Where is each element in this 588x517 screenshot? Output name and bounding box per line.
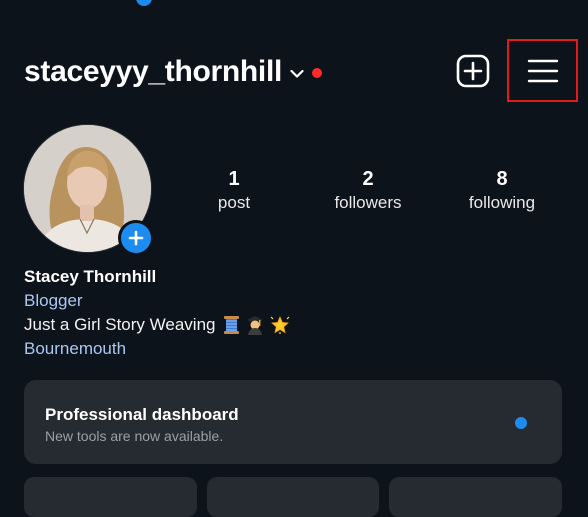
following-count-value: 8 — [496, 168, 508, 190]
chevron-down-icon[interactable] — [290, 69, 304, 79]
profile-header: staceyyy_thornhill — [24, 52, 323, 92]
bio-text: Just a Girl Story Weaving — [24, 313, 290, 337]
menu-button[interactable] — [507, 39, 578, 102]
new-indicator-dot — [515, 417, 527, 429]
posts-count[interactable]: 1 post — [164, 168, 304, 213]
posts-count-label: post — [217, 193, 251, 212]
dashboard-title: Professional dashboard — [45, 405, 239, 424]
display-name: Stacey Thornhill — [24, 267, 157, 286]
profile-avatar[interactable] — [24, 125, 154, 256]
woman-artist-emoji — [247, 316, 264, 335]
followers-count-value: 2 — [362, 168, 374, 190]
dashboard-subtitle: New tools are now available. — [45, 428, 224, 444]
notification-dot — [312, 68, 323, 78]
category-label[interactable]: Blogger — [24, 289, 290, 313]
followers-count[interactable]: 2 followers — [298, 168, 438, 213]
glowing-star-emoji — [271, 315, 290, 334]
posts-count-value: 1 — [228, 168, 240, 190]
hamburger-menu-icon — [527, 59, 558, 82]
create-post-button[interactable] — [456, 54, 490, 88]
edit-profile-button[interactable] — [24, 477, 197, 517]
status-indicator-dot — [136, 0, 152, 6]
profile-action-buttons — [24, 477, 563, 517]
share-profile-button[interactable] — [206, 477, 380, 517]
professional-dashboard-card[interactable]: Professional dashboard New tools are now… — [24, 380, 562, 464]
thread-emoji — [224, 316, 240, 334]
location-link[interactable]: Bournemouth — [24, 337, 290, 361]
following-count[interactable]: 8 following — [432, 168, 572, 213]
contact-button[interactable] — [389, 477, 563, 517]
plus-icon — [128, 230, 144, 246]
add-story-button[interactable] — [118, 220, 154, 256]
following-count-label: following — [468, 193, 536, 212]
bio-text-content: Just a Girl Story Weaving — [24, 315, 216, 334]
username-switcher[interactable]: staceyyy_thornhill — [24, 55, 282, 89]
followers-count-label: followers — [334, 193, 402, 212]
bio-emojis — [223, 315, 290, 335]
profile-bio: Stacey Thornhill Blogger Just a Girl Sto… — [24, 265, 290, 361]
